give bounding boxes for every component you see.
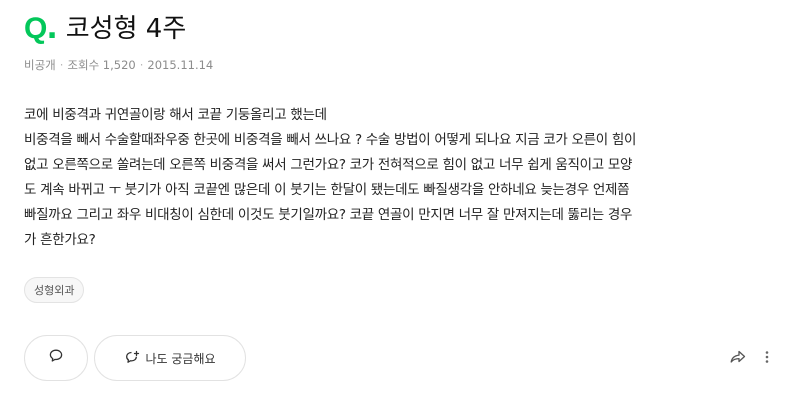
question-bubble-icon: [124, 350, 140, 366]
curious-button[interactable]: 나도 궁금해요: [94, 335, 246, 381]
meta-separator: ·: [139, 58, 144, 72]
curious-button-label: 나도 궁금해요: [145, 351, 216, 366]
visibility-label: 비공개: [24, 58, 56, 72]
comment-icon: [48, 348, 64, 368]
question-title: 코성형 4주: [65, 14, 187, 44]
question-header: Q. 코성형 4주: [24, 14, 186, 44]
body-line: 도 계속 바뀌고 ㅜ 붓기가 아직 코끝엔 많은데 이 붓기는 한달이 됐는데도…: [24, 182, 630, 198]
body-line: 코에 비중격과 귀연골이랑 해서 코끝 기둥올리고 했는데: [24, 107, 327, 123]
body-line: 빠질까요 그리고 좌우 비대칭이 심한데 이것도 붓기일까요? 코끝 연골이 만…: [24, 207, 633, 223]
more-vertical-icon[interactable]: [764, 349, 770, 365]
share-icon[interactable]: [729, 349, 747, 365]
question-meta: 비공개 · 조회수 1,520 · 2015.11.14: [24, 57, 213, 73]
question-q-dot: .: [46, 11, 58, 46]
body-line: 없고 오른쪽으로 쏠려는데 오른쪽 비중격을 써서 그런가요? 코가 전혀적으로…: [24, 157, 633, 173]
category-tag[interactable]: 성형외과: [24, 277, 85, 303]
view-count: 조회수 1,520: [67, 58, 136, 72]
meta-separator: ·: [59, 58, 64, 72]
body-line: 비중격을 빼서 수술할때좌우중 한곳에 비중격을 빼서 쓰나요 ? 수술 방법이…: [24, 132, 637, 148]
body-line: 가 흔한가요?: [24, 232, 96, 248]
question-date: 2015.11.14: [147, 58, 214, 72]
question-body: 코에 비중격과 귀연골이랑 해서 코끝 기둥올리고 했는데 비중격을 빼서 수술…: [24, 103, 784, 253]
question-q-icon: Q: [24, 12, 47, 45]
comment-button[interactable]: [24, 335, 88, 381]
